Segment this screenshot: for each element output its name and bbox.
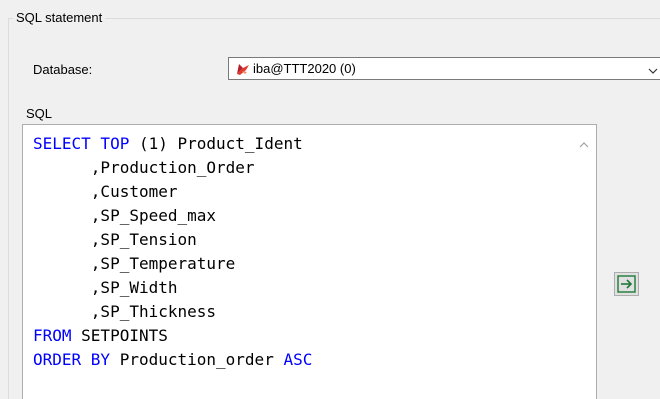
sql-keyword: SELECT TOP bbox=[33, 134, 130, 153]
sql-text: ,Production_Order bbox=[90, 158, 255, 177]
groupbox-border-left bbox=[8, 18, 9, 399]
database-dropdown[interactable]: iba@TTT2020 (0) bbox=[228, 57, 660, 80]
scroll-up-icon[interactable] bbox=[579, 137, 589, 148]
sql-text: ,SP_Thickness bbox=[90, 302, 217, 321]
sql-code-line: ,SP_Temperature bbox=[33, 252, 312, 276]
sql-text: ,SP_Temperature bbox=[90, 254, 236, 273]
sql-text: ,Customer bbox=[90, 182, 178, 201]
sql-keyword: FROM bbox=[33, 326, 72, 345]
sql-code-line: ,SP_Speed_max bbox=[33, 204, 312, 228]
sql-code-line: ,Production_Order bbox=[33, 156, 312, 180]
sql-editor[interactable]: SELECT TOP (1) Product_Ident ,Production… bbox=[22, 124, 597, 399]
sql-code-line: ,SP_Thickness bbox=[33, 300, 312, 324]
sql-text: SETPOINTS bbox=[71, 326, 168, 345]
sql-text: (1) Product_Ident bbox=[129, 134, 303, 153]
sql-keyword: ASC bbox=[283, 350, 313, 369]
sql-code-line: FROM SETPOINTS bbox=[33, 324, 312, 348]
sql-label: SQL bbox=[26, 106, 53, 121]
transfer-sql-button[interactable] bbox=[614, 272, 639, 296]
groupbox-border-top bbox=[8, 18, 660, 19]
database-value: iba@TTT2020 (0) bbox=[253, 61, 356, 76]
sql-code-line: ,SP_Tension bbox=[33, 228, 312, 252]
sql-text: ,SP_Speed_max bbox=[90, 206, 217, 225]
sql-text: Production_order bbox=[110, 350, 284, 369]
groupbox-title: SQL statement bbox=[13, 10, 106, 26]
arrow-right-box-icon bbox=[617, 275, 636, 293]
sql-code[interactable]: SELECT TOP (1) Product_Ident ,Production… bbox=[33, 132, 312, 372]
sql-code-line: ORDER BY Production_order ASC bbox=[33, 348, 312, 372]
sql-text: ,SP_Tension bbox=[90, 230, 197, 249]
database-label: Database: bbox=[33, 62, 93, 77]
database-connection-icon bbox=[236, 62, 250, 76]
sql-code-line: SELECT TOP (1) Product_Ident bbox=[33, 132, 312, 156]
sql-code-line: ,Customer bbox=[33, 180, 312, 204]
chevron-down-icon[interactable] bbox=[648, 64, 658, 74]
sql-text: ,SP_Width bbox=[90, 278, 178, 297]
sql-code-line: ,SP_Width bbox=[33, 276, 312, 300]
sql-keyword: ORDER BY bbox=[33, 350, 111, 369]
